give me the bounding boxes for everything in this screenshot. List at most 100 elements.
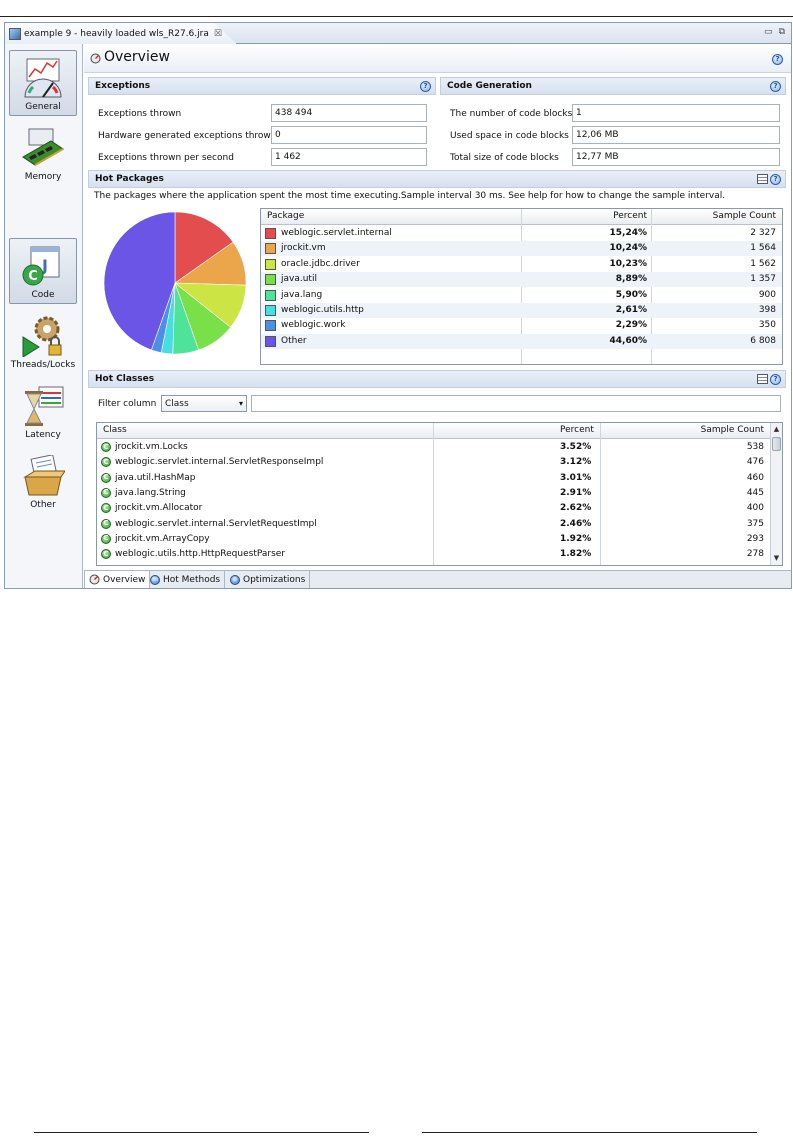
- class-percent: 2.91%: [560, 487, 592, 498]
- used-space-label: Used space in code blocks: [450, 131, 569, 141]
- hot-classes-help-icon[interactable]: ?: [770, 374, 781, 385]
- minimize-icon[interactable]: ▭: [764, 27, 773, 37]
- class-column-header[interactable]: Class: [103, 425, 127, 435]
- package-row[interactable]: java.lang 5,90% 900: [261, 288, 782, 303]
- class-row[interactable]: Cweblogic.servlet.internal.ServletRespon…: [97, 455, 770, 470]
- overview-icon: [90, 53, 101, 64]
- editor-tab-strip: example 9 - heavily loaded wls_R27.6.jra…: [5, 23, 791, 44]
- exceptions-thrown-label: Exceptions thrown: [98, 109, 182, 119]
- package-row[interactable]: oracle.jdbc.driver 10,23% 1 562: [261, 257, 782, 272]
- gauge-icon: [21, 57, 65, 99]
- code-generation-title: Code Generation: [447, 81, 532, 91]
- hot-packages-menu-icon[interactable]: [757, 174, 768, 184]
- package-color-swatch: [265, 274, 276, 286]
- page-top-rule: [0, 16, 793, 17]
- class-icon: C: [101, 503, 111, 514]
- nav-item-label: Other: [30, 500, 56, 510]
- sample-count-column-header[interactable]: Sample Count: [701, 425, 764, 435]
- nav-item-general[interactable]: General: [9, 50, 77, 116]
- tab-optimizations[interactable]: o Optimizations: [226, 571, 311, 588]
- page-header: Overview ?: [84, 44, 791, 73]
- class-row[interactable]: Cjrockit.vm.Allocator 2.62% 400: [97, 501, 770, 516]
- class-icon: C: [101, 549, 111, 560]
- class-percent: 3.12%: [560, 457, 592, 468]
- package-color-swatch: [265, 305, 276, 316]
- hot-classes-scrollbar[interactable]: ▲ ▼: [770, 423, 782, 565]
- close-tab-icon[interactable]: ☒: [214, 29, 222, 39]
- code-blocks-count-field[interactable]: 1: [572, 104, 780, 122]
- hot-packages-help-icon[interactable]: ?: [770, 174, 781, 185]
- hot-packages-section-header: Hot Packages ?: [88, 170, 786, 188]
- class-row[interactable]: Cjava.lang.String 2.91% 445: [97, 486, 770, 501]
- filter-column-select[interactable]: Class ▾: [161, 395, 247, 412]
- class-row[interactable]: Cweblogic.servlet.internal.ServletReques…: [97, 517, 770, 532]
- class-row[interactable]: Cjrockit.vm.ArrayCopy 1.92% 293: [97, 532, 770, 547]
- class-percent: 2.46%: [560, 518, 592, 529]
- hot-packages-title: Hot Packages: [95, 174, 164, 184]
- memory-chip-icon: [21, 127, 65, 169]
- code-generation-help-icon[interactable]: ?: [770, 81, 781, 92]
- window-controls: ▭ ⧉: [764, 27, 785, 37]
- package-row[interactable]: weblogic.utils.http 2,61% 398: [261, 303, 782, 318]
- class-row[interactable]: Cweblogic.utils.http.HttpRequestParser 1.…: [97, 547, 770, 562]
- total-size-label: Total size of code blocks: [450, 153, 559, 163]
- jrmc-window: example 9 - heavily loaded wls_R27.6.jra…: [4, 22, 792, 589]
- nav-item-code[interactable]: J C Code: [9, 238, 77, 304]
- class-row[interactable]: Cjava.util.HashMap 3.01% 460: [97, 471, 770, 486]
- nav-item-threads-locks[interactable]: Threads/Locks: [9, 308, 77, 374]
- package-row[interactable]: jrockit.vm 10,24% 1 564: [261, 241, 782, 257]
- nav-item-memory[interactable]: Memory: [9, 120, 77, 186]
- maximize-icon[interactable]: ⧉: [779, 27, 785, 37]
- package-column-header[interactable]: Package: [267, 211, 304, 221]
- scroll-down-arrow-icon[interactable]: ▼: [771, 553, 782, 564]
- filter-column-value: Class: [165, 398, 189, 409]
- exceptions-thrown-field[interactable]: 438 494: [271, 104, 427, 122]
- tab-overview[interactable]: Overview: [84, 571, 151, 588]
- scrollbar-thumb[interactable]: [772, 437, 781, 451]
- left-navigation: General Memory J C Code Threads/Locks La…: [5, 44, 83, 588]
- filter-text-input[interactable]: [251, 395, 781, 412]
- footer-rule-right: [422, 1132, 757, 1133]
- nav-item-label: Latency: [25, 430, 61, 440]
- tab-hot-methods[interactable]: m Hot Methods: [146, 571, 226, 588]
- nav-item-other[interactable]: Other: [9, 448, 77, 514]
- class-sample-count: 460: [746, 472, 764, 483]
- threads-gear-lock-icon: [21, 315, 65, 358]
- total-size-field[interactable]: 12,77 MB: [572, 148, 780, 166]
- percent-column-header[interactable]: Percent: [560, 425, 594, 435]
- used-space-field[interactable]: 12,06 MB: [572, 126, 780, 144]
- class-name: weblogic.servlet.internal.ServletRequest…: [115, 518, 317, 529]
- package-percent: 10,24%: [609, 243, 648, 254]
- class-icon: C: [101, 487, 111, 498]
- tab-label: Overview: [103, 574, 146, 585]
- package-row[interactable]: weblogic.servlet.internal 15,24% 2 327: [261, 226, 782, 241]
- package-name: java.lang: [281, 289, 323, 300]
- class-name: jrockit.vm.Locks: [115, 442, 188, 452]
- footer-rule-left: [34, 1132, 369, 1133]
- exceptions-help-icon[interactable]: ?: [420, 81, 431, 92]
- scroll-up-arrow-icon[interactable]: ▲: [771, 424, 782, 435]
- editor-tab-title: example 9 - heavily loaded wls_R27.6.jra: [24, 28, 209, 39]
- sample-count-column-header[interactable]: Sample Count: [713, 211, 776, 221]
- class-name: java.util.HashMap: [115, 472, 196, 483]
- package-row[interactable]: weblogic.work 2,29% 350: [261, 318, 782, 333]
- package-color-swatch: [265, 320, 276, 332]
- hardware-exceptions-field[interactable]: 0: [271, 126, 427, 144]
- bottom-tab-bar: Overview m Hot Methods o Optimizations: [84, 570, 791, 588]
- hot-classes-menu-icon[interactable]: [757, 374, 768, 384]
- exceptions-per-second-field[interactable]: 1 462: [271, 148, 427, 166]
- class-row[interactable]: Cjrockit.vm.Locks 3.52% 538: [97, 440, 770, 455]
- editor-tab[interactable]: example 9 - heavily loaded wls_R27.6.jra…: [5, 23, 237, 44]
- package-name: weblogic.servlet.internal: [281, 228, 392, 238]
- package-row[interactable]: java.util 8,89% 1 357: [261, 272, 782, 288]
- page-help-icon[interactable]: ?: [772, 54, 783, 65]
- page-title: Overview: [104, 49, 170, 65]
- package-row[interactable]: Other 44,60% 6 808: [261, 333, 782, 349]
- percent-column-header[interactable]: Percent: [613, 211, 647, 221]
- class-sample-count: 445: [746, 487, 764, 498]
- package-name: weblogic.utils.http: [281, 305, 364, 315]
- package-color-swatch: [265, 289, 276, 301]
- nav-item-latency[interactable]: Latency: [9, 378, 77, 444]
- nav-item-label: Threads/Locks: [10, 360, 76, 370]
- hardware-exceptions-label: Hardware generated exceptions thrown: [98, 131, 277, 141]
